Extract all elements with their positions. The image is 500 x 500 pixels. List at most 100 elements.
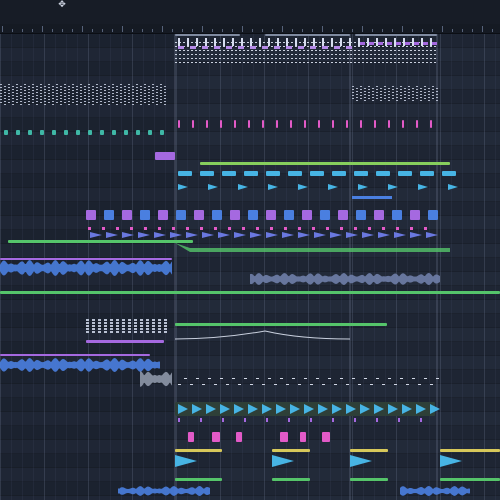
midi-note [291,58,293,59]
midi-note [422,50,424,51]
midi-note [132,98,134,99]
midi-note [199,42,201,43]
midi-note [286,46,292,49]
timeline-ruler[interactable] [0,24,500,34]
midi-note [124,86,126,87]
midi-note [128,328,131,330]
midi-note [259,46,261,47]
midi-note [86,325,89,327]
midi-note [424,95,426,96]
midi-note [263,42,265,43]
midi-note [343,42,345,43]
midi-note [215,58,217,59]
midi-note [100,101,102,102]
midi-note [183,62,185,63]
clip-pink [188,432,194,442]
midi-note [187,38,189,46]
midi-note [374,42,376,43]
midi-note [404,100,406,101]
midi-note [384,98,386,99]
midi-note [418,50,420,51]
midi-note [158,331,161,333]
midi-note [186,227,189,230]
midi-note [388,100,390,101]
midi-note [40,96,42,97]
midi-note [428,91,430,92]
midi-note [187,46,189,47]
midi-note [64,87,66,88]
midi-note [223,54,225,55]
midi-note [259,62,261,63]
midi-note [164,92,166,93]
midi-note [190,384,193,385]
midi-note [136,90,138,91]
midi-note [132,95,134,96]
midi-note [24,93,26,94]
midi-note [152,90,154,91]
midi-note [132,89,134,90]
clip-teal [160,130,164,135]
midi-note [110,319,113,321]
midi-note [80,102,82,103]
midi-note [36,86,38,87]
midi-note [28,95,30,96]
midi-note [386,54,388,55]
midi-note [416,89,418,90]
midi-note [322,38,324,46]
midi-note [128,325,131,327]
midi-note [52,98,54,99]
midi-note [36,89,38,90]
arrangement-tracks[interactable] [0,34,500,500]
arrangement-canvas[interactable] [0,34,500,500]
midi-note [112,90,114,91]
midi-note [104,84,106,85]
midi-note [116,95,118,96]
midi-note [279,62,281,63]
midi-note [80,84,82,85]
midi-note [332,418,334,422]
midi-note [203,50,205,51]
midi-note [156,92,158,93]
midi-note [385,38,387,46]
midi-note [323,50,325,51]
midi-note [72,93,74,94]
midi-note [199,58,201,59]
clip-pink [360,120,362,128]
midi-note [310,384,313,385]
midi-note [347,54,349,55]
midi-note [275,42,277,43]
midi-note [88,93,90,94]
midi-note [140,328,143,330]
midi-note [284,227,287,230]
midi-note [140,322,143,324]
clip-pink [304,120,306,128]
midi-note [396,100,398,101]
midi-note [279,50,281,51]
midi-note [295,62,297,63]
clip-teal [28,130,32,135]
midi-note [426,46,428,47]
midi-note [148,101,150,102]
midi-note [372,100,374,101]
midi-note [108,104,110,105]
midi-note [322,46,328,49]
midi-note [80,90,82,91]
midi-note [388,88,390,89]
midi-note [164,95,166,96]
midi-note [418,62,420,63]
midi-note [207,42,209,43]
midi-note [136,96,138,97]
midi-note [406,58,408,59]
midi-note [172,227,175,230]
midi-note [352,86,354,87]
midi-note [303,62,305,63]
clip-green [175,323,387,326]
midi-note [72,84,74,85]
midi-note [352,95,354,96]
midi-note [164,325,167,327]
midi-note [358,46,360,47]
midi-note [267,54,269,55]
midi-note [331,50,333,51]
clip-teal [112,130,116,135]
midi-note [128,87,130,88]
